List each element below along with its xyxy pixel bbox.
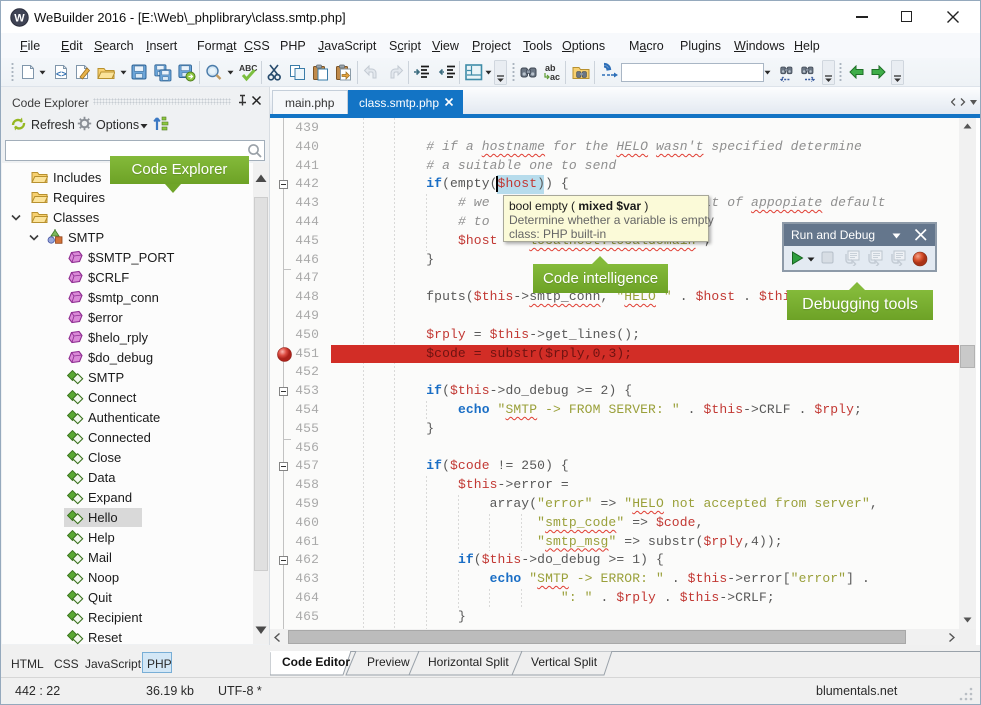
svg-text:ac: ac — [550, 72, 560, 82]
svg-text:W: W — [14, 12, 25, 24]
svg-text:<>: <> — [56, 69, 67, 79]
